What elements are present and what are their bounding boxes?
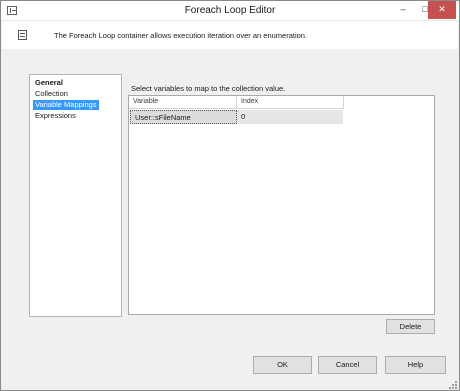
nav-item-expressions[interactable]: Expressions — [33, 111, 78, 121]
foreach-loop-editor-window: Foreach Loop Editor – □ ✕ The Foreach Lo… — [0, 0, 460, 391]
variable-cell[interactable]: User::sFileName — [130, 110, 237, 124]
help-button[interactable]: Help — [385, 356, 446, 374]
close-button[interactable]: ✕ — [428, 1, 456, 19]
instruction-text: Select variables to map to the collectio… — [131, 84, 286, 93]
header-description: The Foreach Loop container allows execut… — [54, 31, 308, 40]
delete-button[interactable]: Delete — [386, 319, 435, 334]
ok-button[interactable]: OK — [253, 356, 312, 374]
nav-item-collection[interactable]: Collection — [33, 89, 70, 99]
resize-grip-icon[interactable] — [448, 380, 457, 389]
nav-item-general[interactable]: General — [33, 78, 65, 88]
foreach-container-icon — [18, 30, 27, 40]
column-header-index[interactable]: Index — [237, 96, 344, 108]
title-bar[interactable]: Foreach Loop Editor – □ ✕ — [1, 1, 459, 21]
nav-item-variable-mappings[interactable]: Variable Mappings — [33, 100, 99, 110]
grid-header-row: Variable Index — [129, 96, 344, 109]
variable-mappings-grid[interactable]: Variable Index User::sFileName 0 — [128, 95, 435, 315]
table-row[interactable]: User::sFileName 0 — [129, 110, 344, 124]
column-header-variable[interactable]: Variable — [129, 96, 237, 108]
page-navigation-list: General Collection Variable Mappings Exp… — [29, 74, 122, 317]
index-cell[interactable]: 0 — [237, 110, 344, 124]
cancel-button[interactable]: Cancel — [318, 356, 377, 374]
minimize-button[interactable]: – — [391, 1, 415, 19]
header-band: The Foreach Loop container allows execut… — [2, 21, 458, 49]
